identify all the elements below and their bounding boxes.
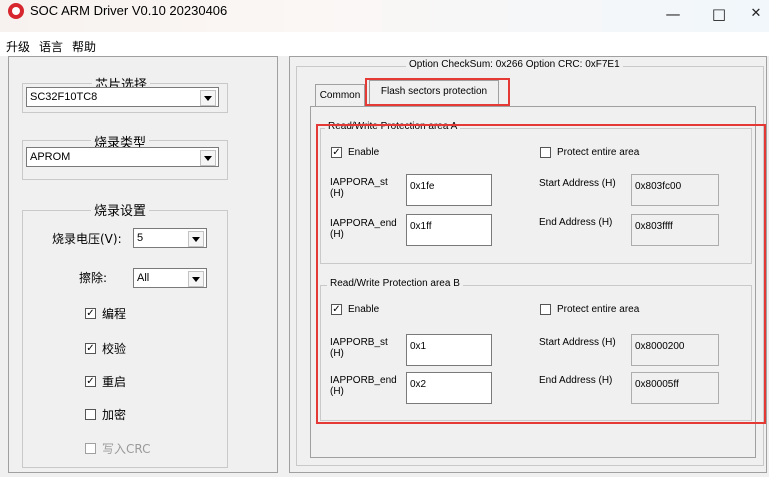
chevron-down-icon[interactable] [188,271,204,287]
chevron-down-icon[interactable] [200,90,216,106]
program-checkbox[interactable]: ✓ [85,308,96,319]
app-logo-icon [8,3,24,19]
option-checksum-header: Option CheckSum: 0x266 Option CRC: 0xF7E… [406,59,623,70]
chip-select-value: SC32F10TC8 [30,91,98,103]
encrypt-label: 加密 [102,408,127,422]
chip-select-dropdown[interactable]: SC32F10TC8 [26,87,219,107]
burn-settings-legend: 烧录设置 [91,200,150,219]
tab-common[interactable]: Common [315,84,365,106]
restart-label: 重启 [102,375,127,389]
voltage-value: 5 [137,232,144,244]
burn-type-dropdown[interactable]: APROM [26,147,219,167]
voltage-label: 烧录电压(V): [52,232,122,246]
chevron-down-icon[interactable] [200,150,216,166]
menu-upgrade[interactable]: 升级 [6,38,30,55]
burn-type-value: APROM [30,151,71,163]
encrypt-checkbox[interactable] [85,409,96,420]
verify-checkbox[interactable]: ✓ [85,343,96,354]
close-button[interactable]: ✕ [733,0,769,32]
erase-dropdown[interactable]: All [133,268,207,288]
burn-settings-group [22,210,228,468]
tab-highlight-box [365,78,510,106]
verify-label: 校验 [102,342,127,356]
protection-highlight-box [316,124,766,424]
chevron-down-icon[interactable] [188,231,204,247]
restart-checkbox[interactable]: ✓ [85,376,96,387]
menu-language[interactable]: 语言 [39,38,63,55]
menu-help[interactable]: 帮助 [72,38,96,55]
voltage-dropdown[interactable]: 5 [133,228,207,248]
erase-value: All [137,272,150,284]
write-crc-label: 写入CRC [102,442,151,456]
program-label: 编程 [102,307,127,321]
menu-bar [0,32,769,56]
erase-label: 擦除: [79,271,108,285]
window-title: SOC ARM Driver V0.10 20230406 [30,3,228,18]
minimize-button[interactable]: — [650,0,696,32]
write-crc-checkbox [85,443,96,454]
